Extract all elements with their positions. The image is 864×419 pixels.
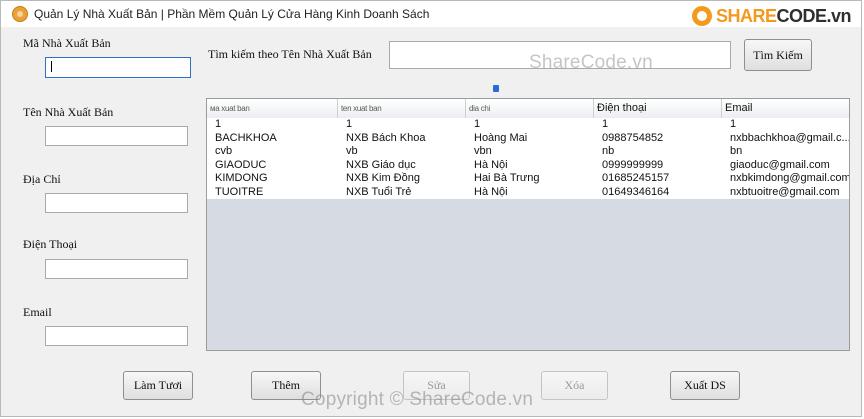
window-title: Quản Lý Nhà Xuất Bản | Phần Mềm Quản Lý … bbox=[34, 7, 430, 21]
search-button[interactable]: Tìm Kiếm bbox=[744, 39, 812, 71]
app-icon bbox=[12, 6, 28, 22]
cell-ma: 1 bbox=[215, 118, 222, 130]
export-button[interactable]: Xuất DS bbox=[670, 371, 740, 400]
dien-thoai-input[interactable] bbox=[45, 259, 188, 279]
cell-dien-thoai: 01685245157 bbox=[602, 172, 670, 184]
logo-prefix: SHARE bbox=[715, 5, 777, 26]
cell-dia-chi: Hà Nội bbox=[474, 185, 508, 198]
column-header-dien-thoai[interactable]: Điện thoại bbox=[594, 99, 722, 118]
table-row[interactable]: 1 1 1 1 1 bbox=[207, 118, 849, 132]
cell-dien-thoai: 01649346164 bbox=[602, 185, 670, 198]
table-drag-handle-icon bbox=[493, 85, 499, 92]
dia-chi-label: Địa Chỉ bbox=[23, 172, 61, 186]
cell-ten: NXB Bách Khoa bbox=[346, 131, 426, 144]
cell-dien-thoai: nb bbox=[602, 145, 615, 157]
cell-email: nxbbachkhoa@gmail.c... bbox=[730, 131, 850, 144]
logo-suffix: CODE.vn bbox=[776, 5, 851, 26]
cell-dien-thoai: 1 bbox=[602, 118, 609, 130]
refresh-button[interactable]: Làm Tươi bbox=[123, 371, 193, 400]
search-label: Tìm kiếm theo Tên Nhà Xuất Bản bbox=[208, 47, 372, 61]
cell-email: bn bbox=[730, 145, 743, 157]
table-row[interactable]: cvb vb vbn nb bn bbox=[207, 145, 849, 159]
sharecode-logo: SHARECODE.vn bbox=[691, 5, 851, 27]
email-label: Email bbox=[23, 305, 52, 319]
table-row[interactable]: GIAODUC NXB Giáo dục Hà Nội 0999999999 g… bbox=[207, 158, 849, 172]
sharecode-logo-icon bbox=[691, 6, 712, 26]
cell-ma: BACHKHOA bbox=[215, 131, 277, 144]
app-window: Quản Lý Nhà Xuất Bản | Phần Mềm Quản Lý … bbox=[0, 0, 862, 417]
cell-ma: GIAODUC bbox=[215, 158, 267, 171]
text-caret bbox=[51, 61, 52, 72]
column-header-email[interactable]: Email bbox=[722, 99, 849, 118]
delete-button[interactable]: Xóa bbox=[541, 371, 608, 400]
cell-ten: NXB Kim Đồng bbox=[346, 172, 420, 184]
watermark-bottom: Copyright © ShareCode.vn bbox=[301, 389, 534, 410]
table-row[interactable]: KIMDONG NXB Kim Đồng Hai Bà Trưng 016852… bbox=[207, 172, 849, 186]
table-header: ма xuat ban ten xuat ban dia chi Điện th… bbox=[207, 99, 849, 119]
watermark-top: ShareCode.vn bbox=[529, 52, 653, 73]
ten-nxb-input[interactable] bbox=[45, 126, 188, 146]
cell-dia-chi: vbn bbox=[474, 145, 492, 157]
table-row[interactable]: TUOITRE NXB Tuổi Trẻ Hà Nội 01649346164 … bbox=[207, 185, 849, 199]
cell-email: nxbkimdong@gmail.com bbox=[730, 172, 850, 184]
ma-nxb-input[interactable] bbox=[45, 57, 191, 78]
cell-email: giaoduc@gmail.com bbox=[730, 158, 830, 171]
cell-ten: 1 bbox=[346, 118, 353, 130]
ma-nxb-label: Mã Nhà Xuất Bản bbox=[23, 36, 111, 50]
cell-ma: KIMDONG bbox=[215, 172, 268, 184]
cell-ma: cvb bbox=[215, 145, 233, 157]
cell-dia-chi: Hoàng Mai bbox=[474, 131, 528, 144]
cell-dien-thoai: 0999999999 bbox=[602, 158, 664, 171]
dia-chi-input[interactable] bbox=[45, 193, 188, 213]
table-row[interactable]: BACHKHOA NXB Bách Khoa Hoàng Mai 0988754… bbox=[207, 131, 850, 145]
cell-ten: NXB Giáo dục bbox=[346, 158, 416, 171]
cell-dia-chi: Hai Bà Trưng bbox=[474, 172, 540, 184]
cell-email: nxbtuoitre@gmail.com bbox=[730, 185, 840, 198]
table-body: 1 1 1 1 1 BACHKHOA NXB Bách Khoa Hoàng M… bbox=[207, 118, 849, 199]
ten-nxb-label: Tên Nhà Xuất Bản bbox=[23, 105, 114, 119]
cell-ma: TUOITRE bbox=[215, 185, 264, 198]
email-input[interactable] bbox=[45, 326, 188, 346]
column-header-ma[interactable]: ма xuat ban bbox=[207, 99, 338, 118]
cell-ten: NXB Tuổi Trẻ bbox=[346, 185, 412, 198]
cell-dien-thoai: 0988754852 bbox=[602, 131, 664, 144]
column-header-dia-chi[interactable]: dia chi bbox=[466, 99, 594, 118]
cell-dia-chi: 1 bbox=[474, 118, 481, 130]
dien-thoai-label: Điện Thoại bbox=[23, 237, 78, 251]
publisher-table[interactable]: ма xuat ban ten xuat ban dia chi Điện th… bbox=[206, 98, 850, 351]
cell-email: 1 bbox=[730, 118, 737, 130]
cell-dia-chi: Hà Nội bbox=[474, 158, 508, 171]
cell-ten: vb bbox=[346, 145, 358, 157]
column-header-ten[interactable]: ten xuat ban bbox=[338, 99, 466, 118]
title-bar: Quản Lý Nhà Xuất Bản | Phần Mềm Quản Lý … bbox=[1, 1, 861, 27]
